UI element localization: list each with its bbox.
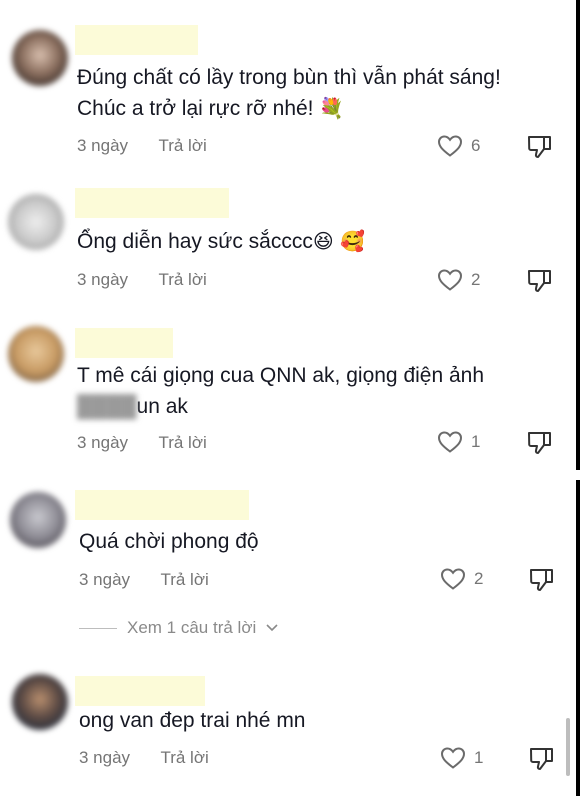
like-count: 6 xyxy=(471,136,481,155)
reply-button[interactable]: Trả lời xyxy=(158,433,206,452)
heart-icon xyxy=(440,568,466,590)
divider-line xyxy=(79,627,117,629)
username-redacted[interactable] xyxy=(75,25,198,55)
heart-icon xyxy=(437,135,463,157)
heart-icon xyxy=(440,747,466,769)
comment: Quá chời phong độ 3 ngày Trả lời 2 Xem 1… xyxy=(0,480,576,660)
like-button[interactable]: 1 xyxy=(440,746,483,770)
comment: Ổng diễn hay sức sắcccc😆 🥰 3 ngày Trả lờ… xyxy=(0,170,576,310)
comment-meta: 3 ngày Trả lời xyxy=(79,748,235,768)
screenshot-border xyxy=(576,0,580,470)
view-replies-button[interactable]: Xem 1 câu trả lời xyxy=(79,618,278,638)
avatar[interactable] xyxy=(12,30,68,86)
timestamp: 3 ngày xyxy=(77,270,129,289)
comment-text: Ổng diễn hay sức sắcccc😆 🥰 xyxy=(77,226,365,257)
comment-meta: 3 ngày Trả lời xyxy=(79,570,235,590)
heart-icon xyxy=(437,431,463,453)
screenshot-border xyxy=(576,480,580,796)
comment: ong van đep trai nhé mn 3 ngày Trả lời 1 xyxy=(0,660,576,796)
like-count: 2 xyxy=(471,270,481,289)
dislike-icon[interactable] xyxy=(528,746,556,772)
comment-line-text: Chúc a trở lại rực rỡ nhé! xyxy=(77,97,314,120)
comment-line: Chúc a trở lại rực rỡ nhé! 💐 xyxy=(77,93,501,124)
dislike-icon[interactable] xyxy=(528,567,556,593)
comment-line: Đúng chất có lầy trong bùn thì vẫn phát … xyxy=(77,66,501,89)
comment-meta: 3 ngày Trả lời xyxy=(77,136,233,156)
like-count: 2 xyxy=(474,569,484,588)
reply-button[interactable]: Trả lời xyxy=(158,136,206,155)
comment-line: Quá chời phong độ xyxy=(79,530,259,553)
like-count: 1 xyxy=(474,748,484,767)
username-redacted[interactable] xyxy=(75,676,205,706)
timestamp: 3 ngày xyxy=(79,748,131,767)
comment-line-text: un ak xyxy=(136,395,188,418)
redacted-word: ████ xyxy=(77,395,137,418)
avatar[interactable] xyxy=(8,326,64,382)
like-button[interactable]: 1 xyxy=(437,430,480,454)
comment-text: Đúng chất có lầy trong bùn thì vẫn phát … xyxy=(77,62,501,124)
comment: T mê cái giọng cua QNN ak, giọng điện ản… xyxy=(0,310,576,470)
comment-text: ong van đep trai nhé mn xyxy=(79,705,306,736)
scrollbar[interactable] xyxy=(566,718,570,776)
heart-icon xyxy=(437,269,463,291)
comment-text: Quá chời phong độ xyxy=(79,526,259,557)
chevron-down-icon xyxy=(266,624,278,632)
comment: Đúng chất có lầy trong bùn thì vẫn phát … xyxy=(0,0,576,170)
avatar[interactable] xyxy=(8,194,64,250)
timestamp: 3 ngày xyxy=(77,136,129,155)
laughing-hearts-emoji-icon: 😆 🥰 xyxy=(312,229,365,253)
comment-line: T mê cái giọng cua QNN ak, giọng điện ản… xyxy=(77,364,485,387)
username-redacted[interactable] xyxy=(75,188,229,218)
timestamp: 3 ngày xyxy=(77,433,129,452)
dislike-icon[interactable] xyxy=(526,268,554,294)
like-count: 1 xyxy=(471,432,481,451)
view-replies-label: Xem 1 câu trả lời xyxy=(127,618,257,637)
like-button[interactable]: 2 xyxy=(440,567,483,591)
avatar[interactable] xyxy=(12,674,68,730)
comment-line: ████un ak xyxy=(77,391,484,422)
avatar[interactable] xyxy=(10,492,66,548)
bouquet-icon: 💐 xyxy=(319,96,345,120)
comment-text: T mê cái giọng cua QNN ak, giọng điện ản… xyxy=(77,360,484,422)
comment-meta: 3 ngày Trả lời xyxy=(77,270,233,290)
username-redacted[interactable] xyxy=(75,328,173,358)
dislike-icon[interactable] xyxy=(526,430,554,456)
comment-meta: 3 ngày Trả lời xyxy=(77,433,233,453)
username-redacted[interactable] xyxy=(75,490,249,520)
like-button[interactable]: 2 xyxy=(437,268,480,292)
timestamp: 3 ngày xyxy=(79,570,131,589)
reply-button[interactable]: Trả lời xyxy=(160,570,208,589)
dislike-icon[interactable] xyxy=(526,134,554,160)
like-button[interactable]: 6 xyxy=(437,134,480,158)
comment-line: Ổng diễn hay sức sắcccc xyxy=(77,230,313,253)
comment-line: ong van đep trai nhé mn xyxy=(79,709,306,732)
reply-button[interactable]: Trả lời xyxy=(158,270,206,289)
reply-button[interactable]: Trả lời xyxy=(160,748,208,767)
